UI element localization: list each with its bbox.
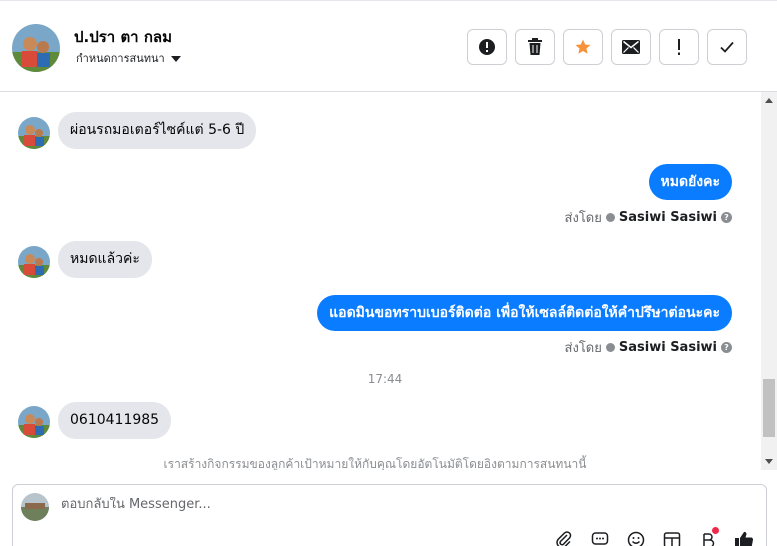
checkmark-icon bbox=[720, 41, 734, 53]
exclamation-icon bbox=[678, 39, 680, 55]
scroll-up-arrow-icon[interactable] bbox=[765, 98, 773, 103]
saved-reply-icon[interactable] bbox=[589, 529, 611, 546]
notification-dot bbox=[712, 527, 719, 534]
help-icon[interactable]: ? bbox=[721, 342, 732, 353]
contact-name[interactable]: ป.ปรา ตา กลม bbox=[74, 25, 172, 49]
caret-down-icon bbox=[170, 55, 181, 62]
scrollbar-thumb[interactable] bbox=[763, 379, 775, 437]
delete-button[interactable] bbox=[515, 29, 555, 65]
paperclip-icon[interactable] bbox=[553, 529, 575, 546]
conversation-header: ป.ปรา ตา กลม กำหนดการสนทนา bbox=[0, 0, 777, 92]
envelope-icon bbox=[622, 40, 640, 54]
alert-circle-icon bbox=[479, 39, 495, 55]
message-thread[interactable]: ผ่อนรถมอเตอร์ไซค์แต่ 5-6 ปี หมดยังคะ ส่ง… bbox=[0, 92, 777, 470]
sent-status-icon bbox=[605, 343, 615, 352]
assign-conversation-dropdown[interactable]: กำหนดการสนทนา bbox=[76, 49, 181, 67]
sent-by-prefix: ส่งโดย bbox=[564, 341, 602, 356]
incoming-message[interactable]: หมดแล้วค่ะ bbox=[58, 241, 152, 278]
page-avatar bbox=[21, 493, 49, 521]
contact-avatar-small bbox=[18, 246, 50, 278]
store-icon[interactable] bbox=[661, 529, 683, 546]
contact-avatar[interactable] bbox=[12, 24, 60, 72]
sent-by-line: ส่งโดย Sasiwi Sasiwi ? bbox=[565, 207, 732, 228]
outgoing-message[interactable]: หมดยังคะ bbox=[648, 164, 732, 200]
assign-label: กำหนดการสนทนา bbox=[76, 52, 165, 65]
trash-icon bbox=[528, 38, 542, 55]
help-icon[interactable]: ? bbox=[721, 212, 732, 223]
reply-input[interactable] bbox=[61, 497, 661, 512]
sent-by-line: ส่งโดย Sasiwi Sasiwi ? bbox=[565, 337, 732, 358]
incoming-message[interactable]: 0610411985 bbox=[58, 402, 172, 439]
star-icon bbox=[575, 39, 591, 54]
outgoing-message[interactable]: แอดมินขอทราบเบอร์ติดต่อ เพื่อให้เซลล์ติด… bbox=[317, 295, 732, 331]
sent-status-icon bbox=[605, 213, 615, 222]
mark-done-button[interactable] bbox=[707, 29, 747, 65]
system-notice: เราสร้างกิจกรรมของลูกค้าเป้าหมายให้กับคุ… bbox=[163, 457, 587, 470]
star-button[interactable] bbox=[563, 29, 603, 65]
scrollbar[interactable] bbox=[761, 92, 777, 470]
scroll-down-arrow-icon[interactable] bbox=[765, 459, 773, 464]
emoji-icon[interactable] bbox=[625, 529, 647, 546]
sender-name: Sasiwi Sasiwi bbox=[618, 210, 717, 225]
mark-unread-button[interactable] bbox=[611, 29, 651, 65]
payment-icon[interactable] bbox=[697, 527, 719, 546]
contact-avatar-small bbox=[18, 117, 50, 149]
thumbs-up-icon[interactable] bbox=[733, 529, 755, 546]
composer-toolbar bbox=[553, 527, 755, 546]
spam-button[interactable] bbox=[467, 29, 507, 65]
sender-name: Sasiwi Sasiwi bbox=[618, 340, 717, 355]
incoming-message[interactable]: ผ่อนรถมอเตอร์ไซค์แต่ 5-6 ปี bbox=[58, 112, 257, 149]
message-timestamp: 17:44 bbox=[367, 372, 403, 386]
header-actions bbox=[467, 29, 747, 65]
reply-composer bbox=[12, 484, 767, 546]
sent-by-prefix: ส่งโดย bbox=[564, 211, 602, 226]
contact-avatar-small bbox=[18, 406, 50, 438]
follow-up-button[interactable] bbox=[659, 29, 699, 65]
